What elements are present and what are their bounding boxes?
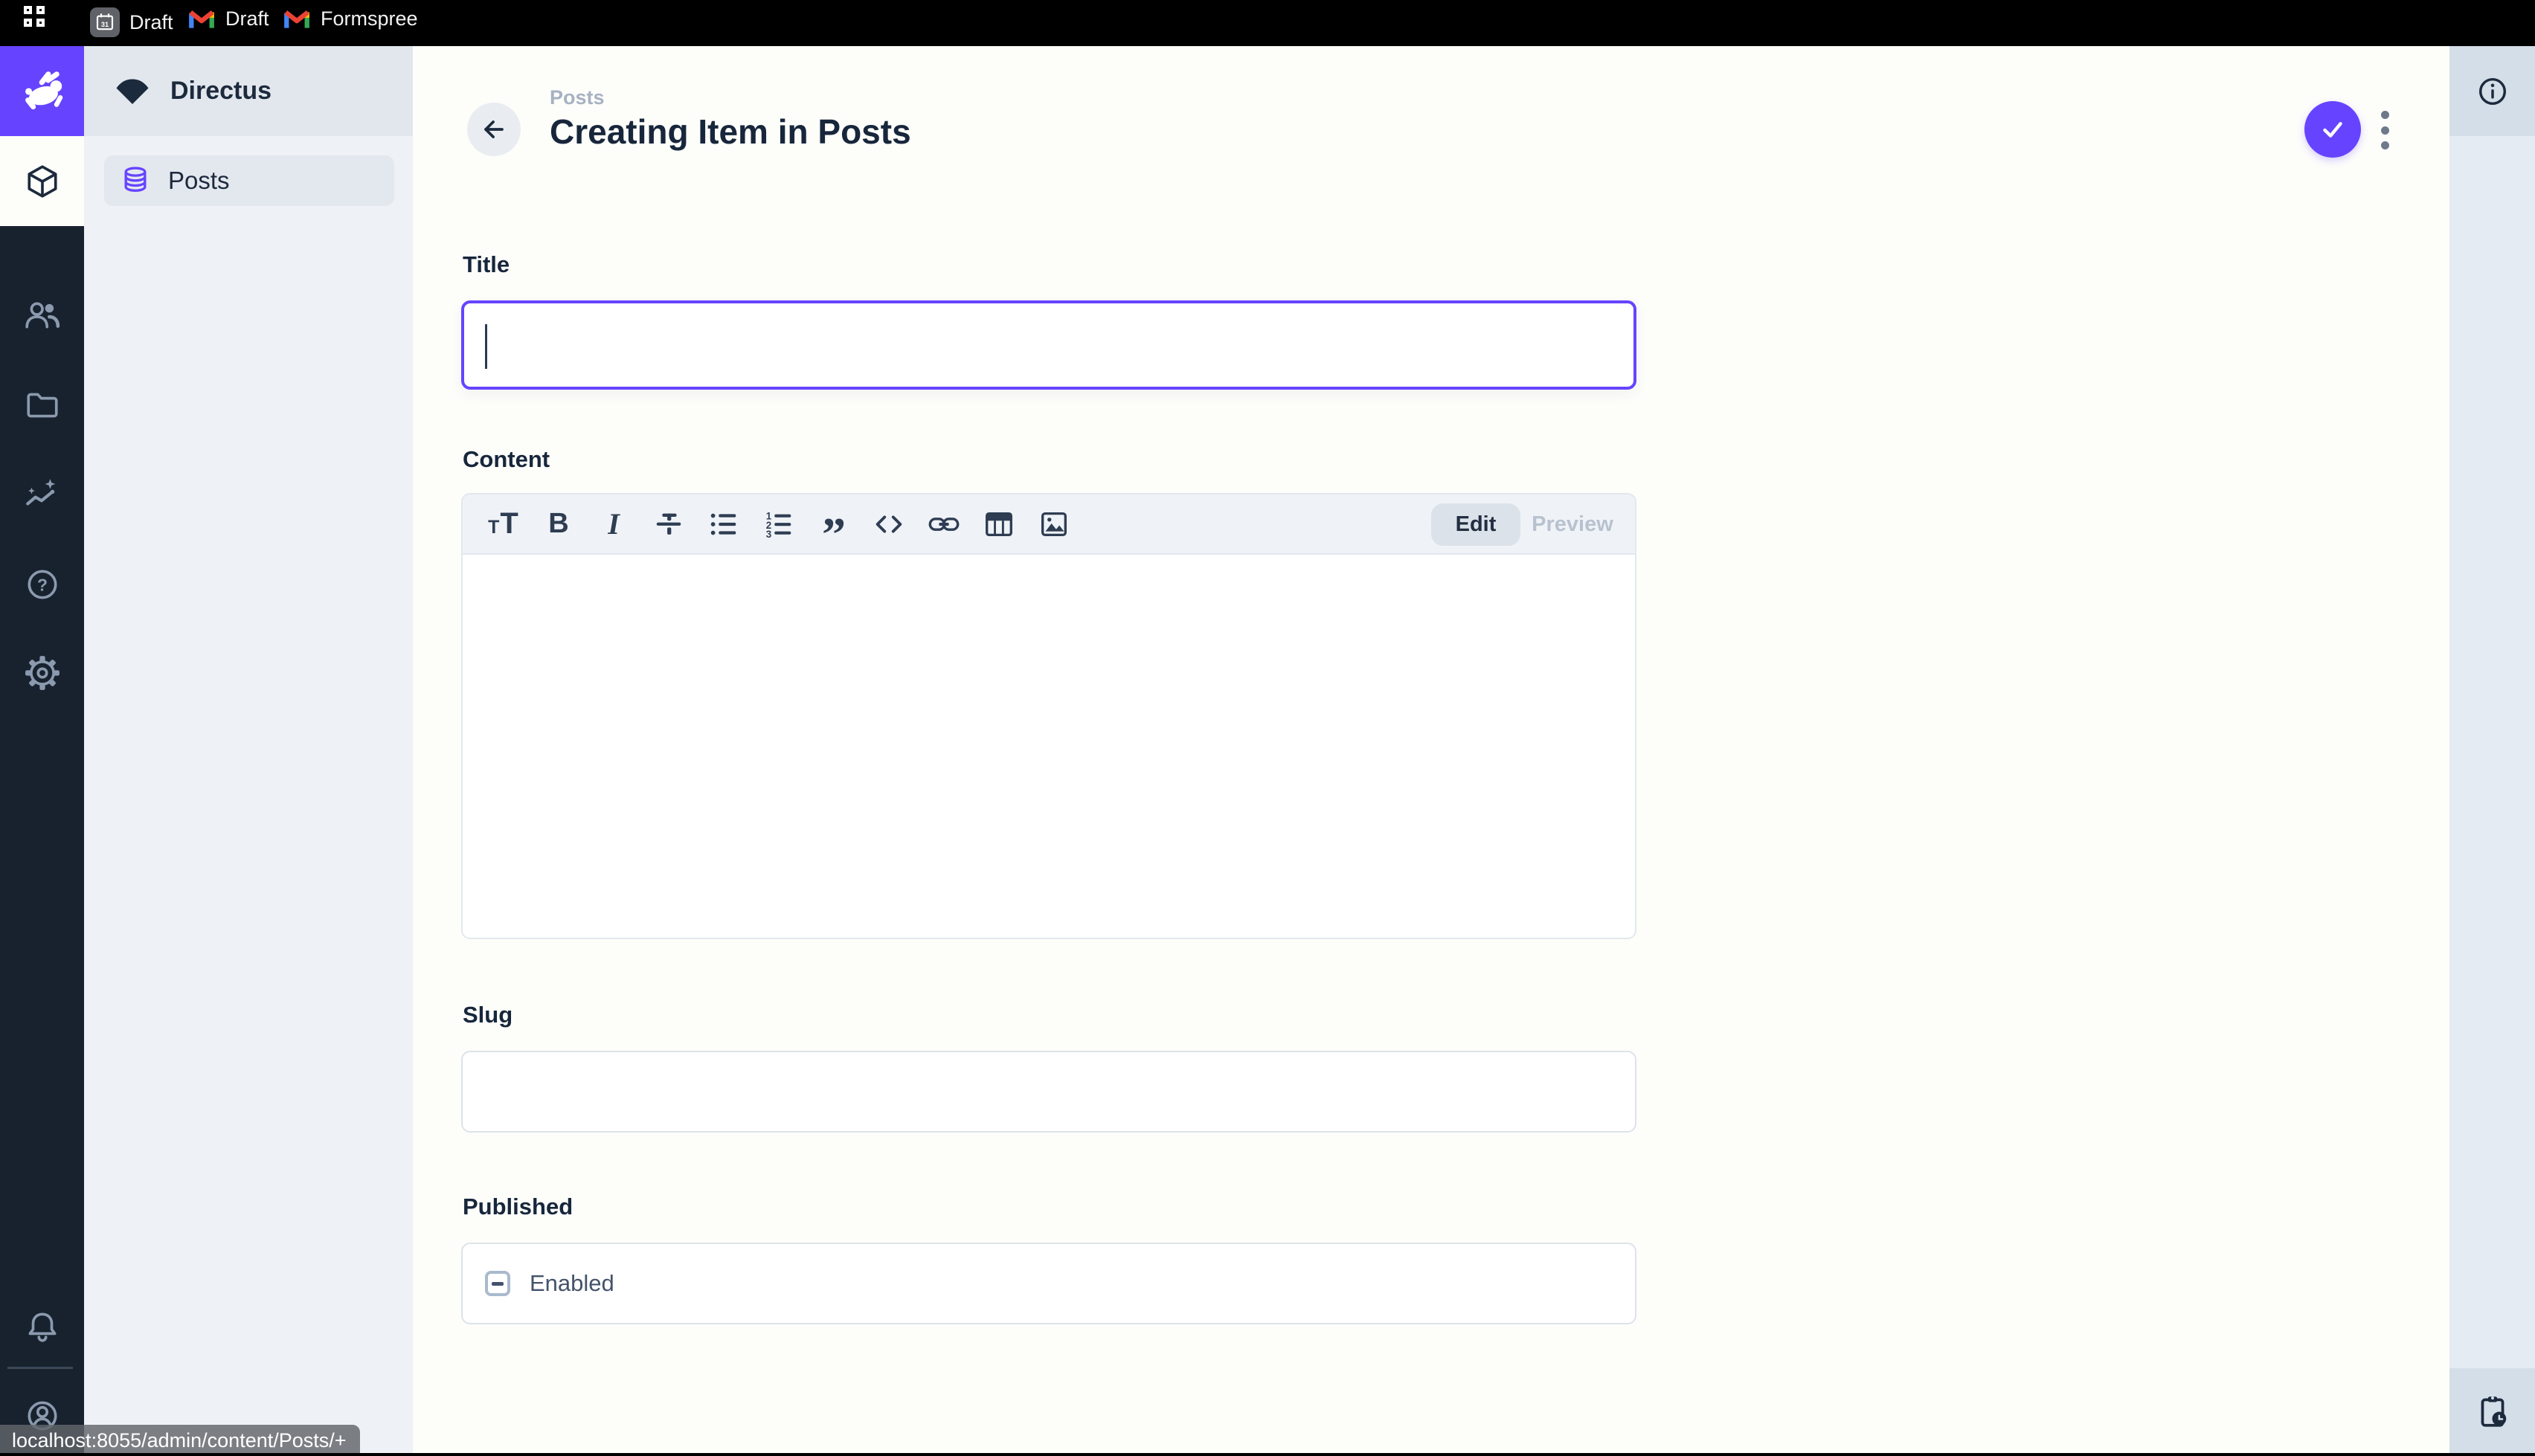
check-icon xyxy=(2316,112,2350,146)
module-bar: ? xyxy=(0,46,84,1456)
sidebar-item-posts[interactable]: Posts xyxy=(104,155,394,206)
module-users[interactable] xyxy=(21,294,63,337)
published-field-label: Published xyxy=(463,1194,573,1220)
sidebar-activity-button[interactable] xyxy=(2449,1368,2535,1456)
gmail-icon xyxy=(283,8,311,30)
content-field-label: Content xyxy=(463,446,550,473)
kebab-menu-button[interactable] xyxy=(2376,109,2394,151)
blockquote-icon[interactable]: ” xyxy=(806,503,861,546)
published-checkbox-indeterminate[interactable] xyxy=(485,1271,510,1296)
tab-label: Formspree xyxy=(321,7,418,30)
preview-tab[interactable]: Preview xyxy=(1520,503,1625,546)
strikethrough-icon[interactable] xyxy=(641,503,696,546)
svg-text:?: ? xyxy=(37,575,48,594)
browser-tab-draft-2[interactable]: Draft xyxy=(187,7,269,30)
browser-tab-formspree[interactable]: Formspree xyxy=(283,7,418,30)
directus-rabbit-icon xyxy=(17,66,68,117)
breadcrumb[interactable]: Posts xyxy=(550,86,605,109)
insights-icon xyxy=(24,477,61,514)
module-insights[interactable] xyxy=(21,474,63,516)
files-folder-icon xyxy=(24,387,61,424)
module-help[interactable]: ? xyxy=(21,563,63,605)
project-header[interactable]: Directus xyxy=(84,46,413,136)
directus-app-window: 31 Draft Draft Formspree xyxy=(0,0,2535,1456)
svg-text:3: 3 xyxy=(766,529,771,540)
tab-label: Draft xyxy=(225,7,269,30)
save-button[interactable] xyxy=(2304,101,2361,158)
arrow-left-icon xyxy=(478,113,510,146)
notifications-bell-icon xyxy=(24,1308,61,1345)
slug-input[interactable] xyxy=(461,1051,1636,1133)
database-icon xyxy=(119,164,152,197)
gmail-icon xyxy=(187,8,216,30)
status-bar-url: localhost:8055/admin/content/Posts/+ xyxy=(0,1425,360,1456)
project-name: Directus xyxy=(170,77,272,106)
wysiwyg-editing-area[interactable] xyxy=(463,555,1635,938)
main-content: Posts Creating Item in Posts Title Conte… xyxy=(413,46,2449,1456)
code-icon[interactable] xyxy=(861,503,916,546)
calendar-31-icon: 31 xyxy=(90,7,120,37)
numbered-list-icon[interactable]: 123 xyxy=(751,503,806,546)
image-icon[interactable] xyxy=(1026,503,1082,546)
users-icon xyxy=(24,297,61,335)
table-icon[interactable] xyxy=(971,503,1026,546)
content-cube-icon xyxy=(24,163,61,200)
page-title: Creating Item in Posts xyxy=(550,112,911,152)
browser-tab-strip: 31 Draft Draft Formspree xyxy=(0,0,2535,46)
help-icon: ? xyxy=(24,566,61,603)
module-bar-divider xyxy=(7,1367,73,1369)
tab-label: Draft xyxy=(129,11,173,34)
italic-icon[interactable]: I xyxy=(586,503,641,546)
bullet-list-icon[interactable] xyxy=(696,503,751,546)
settings-gear-icon xyxy=(24,654,61,692)
module-files[interactable] xyxy=(21,384,63,426)
apps-grid-icon[interactable] xyxy=(24,6,46,28)
window-bottom-edge xyxy=(0,1453,2535,1456)
module-content[interactable] xyxy=(0,136,84,226)
fan-icon xyxy=(114,78,151,105)
browser-tab-draft-1[interactable]: 31 Draft xyxy=(90,7,173,37)
directus-logo-button[interactable] xyxy=(0,46,84,136)
module-settings[interactable] xyxy=(21,651,63,694)
edit-tab[interactable]: Edit xyxy=(1431,503,1520,546)
navigation-sidebar: Directus Posts xyxy=(84,46,413,1456)
sidebar-item-label: Posts xyxy=(168,167,230,195)
bold-icon[interactable]: B xyxy=(531,503,586,546)
notifications-button[interactable] xyxy=(21,1305,63,1347)
back-button[interactable] xyxy=(467,103,521,156)
editor-mode-tabs: Edit Preview xyxy=(1431,503,1625,546)
wysiwyg-toolbar: TT B I 123 ” xyxy=(463,495,1635,555)
published-checkbox-label: Enabled xyxy=(530,1270,614,1297)
title-input[interactable] xyxy=(461,300,1636,390)
svg-text:31: 31 xyxy=(101,21,109,28)
text-caret xyxy=(485,324,487,369)
sidebar-info-button[interactable] xyxy=(2449,46,2535,136)
activity-clipboard-clock-icon xyxy=(2474,1394,2511,1431)
right-sidebar xyxy=(2449,46,2535,1456)
info-icon xyxy=(2475,74,2510,109)
wysiwyg-editor: TT B I 123 ” xyxy=(461,493,1636,939)
title-field-label: Title xyxy=(463,251,510,278)
link-icon[interactable] xyxy=(916,503,971,546)
heading-icon[interactable]: TT xyxy=(476,503,531,546)
indeterminate-dash-icon xyxy=(492,1282,504,1286)
slug-field-label: Slug xyxy=(463,1002,513,1028)
published-field: Enabled xyxy=(461,1243,1636,1324)
